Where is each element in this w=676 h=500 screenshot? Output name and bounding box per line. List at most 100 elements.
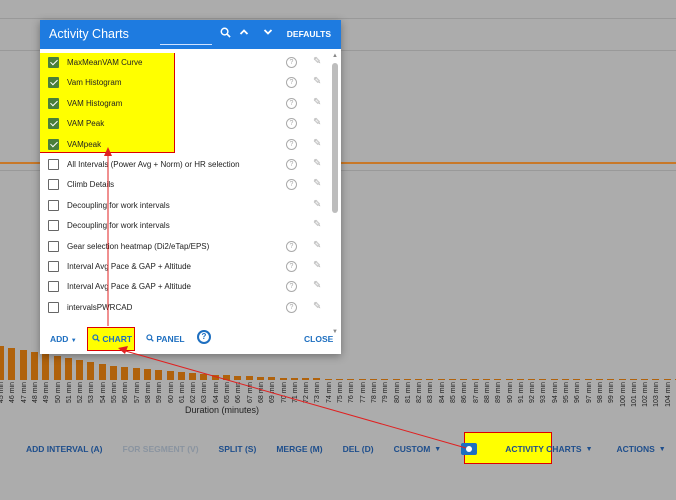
chevron-up-icon[interactable]	[239, 27, 249, 41]
chart-list-item[interactable]: VAM Histogram? ✎	[40, 94, 331, 114]
help-icon[interactable]: ?	[286, 97, 297, 109]
merge-button[interactable]: MERGE (M)	[266, 430, 332, 468]
checkbox[interactable]	[48, 240, 59, 252]
checkbox[interactable]	[48, 97, 59, 109]
add-chart-button[interactable]: CHART	[92, 334, 132, 344]
scroll-thumb[interactable]	[332, 63, 338, 213]
x-tick-label: 57 min	[133, 382, 141, 404]
edit-icon[interactable]: ✎	[313, 56, 321, 67]
histogram-bar	[64, 358, 72, 380]
chart-list-item[interactable]: VAM Peak? ✎	[40, 114, 331, 134]
x-tick-label: 78 min	[370, 382, 378, 404]
help-icon[interactable]: ?	[197, 330, 211, 344]
chart-list-item-label: Gear selection heatmap (Di2/eTap/EPS)	[67, 241, 210, 251]
chart-list-item[interactable]: Decoupling for work intervals ✎	[40, 216, 331, 236]
x-tick-label: 60 min	[167, 382, 175, 404]
x-tick-label: 83 min	[427, 382, 435, 404]
chart-list-item-label: Decoupling for work intervals	[67, 200, 170, 210]
chart-list-item-label: Interval Avg Pace & GAP + Altitude	[67, 262, 192, 271]
edit-icon[interactable]: ✎	[313, 138, 321, 149]
camera-icon[interactable]	[461, 443, 478, 455]
histogram-bar	[110, 366, 117, 380]
help-icon[interactable]: ?	[286, 281, 297, 293]
help-icon[interactable]: ?	[286, 138, 297, 150]
x-tick-label: 89 min	[495, 382, 503, 404]
custom-label: CUSTOM	[393, 444, 431, 454]
edit-icon[interactable]: ✎	[313, 97, 321, 108]
help-icon[interactable]: ?	[286, 179, 297, 191]
x-tick-label: 77 min	[359, 382, 367, 404]
x-tick-label: 75 min	[337, 382, 344, 404]
chart-list-item[interactable]: Climb Details? ✎	[40, 175, 331, 195]
x-tick-label: 80 min	[393, 382, 401, 404]
search-icon[interactable]	[220, 27, 231, 42]
edit-icon[interactable]: ✎	[313, 117, 321, 128]
checkbox[interactable]	[48, 199, 59, 211]
chevron-down-icon[interactable]	[263, 27, 273, 41]
checkbox[interactable]	[48, 118, 59, 130]
histogram-bar	[143, 369, 151, 380]
x-tick-label: 63 min	[201, 382, 209, 404]
edit-icon[interactable]: ✎	[313, 280, 321, 291]
chart-list-item[interactable]: Vam Histogram? ✎	[40, 73, 331, 93]
checkbox[interactable]	[48, 301, 59, 313]
x-tick-label: 97 min	[585, 382, 593, 404]
edit-icon[interactable]: ✎	[313, 301, 321, 312]
chart-list-item[interactable]: MaxMeanVAM Curve? ✎	[40, 53, 331, 73]
checkbox[interactable]	[48, 138, 59, 150]
defaults-button[interactable]: DEFAULTS	[287, 29, 331, 39]
edit-icon[interactable]: ✎	[313, 240, 321, 251]
actions-menu-button[interactable]: ACTIONS ▼	[607, 430, 676, 468]
edit-icon[interactable]: ✎	[313, 158, 321, 169]
chart-list-item-label: Vam Histogram	[67, 78, 122, 88]
for-segment-button[interactable]: FOR SEGMENT (V)	[113, 430, 209, 468]
activity-charts-button[interactable]: ACTIVITY CHARTS ▼	[495, 430, 602, 468]
edit-icon[interactable]: ✎	[313, 219, 321, 230]
x-tick-label: 102 min	[642, 382, 650, 407]
chart-list-item-label: MaxMeanVAM Curve	[67, 58, 143, 67]
checkbox[interactable]	[48, 77, 59, 89]
chart-list-item[interactable]: All Intervals (Power Avg + Norm) or HR s…	[40, 155, 331, 175]
x-tick-label: 54 min	[99, 382, 107, 404]
checkbox[interactable]	[48, 281, 59, 293]
search-input[interactable]	[160, 44, 212, 45]
chart-list-item[interactable]: Interval Avg Pace & GAP + Altitude? ✎	[40, 277, 331, 297]
x-tick-label: 86 min	[461, 382, 469, 404]
edit-icon[interactable]: ✎	[313, 76, 321, 87]
add-panel-button[interactable]: PANEL	[146, 334, 185, 344]
x-tick-label: 71 min	[291, 382, 299, 404]
help-icon[interactable]: ?	[286, 301, 297, 313]
checkbox[interactable]	[48, 179, 59, 191]
help-icon[interactable]: ?	[286, 57, 297, 68]
split-button[interactable]: SPLIT (S)	[209, 430, 267, 468]
chart-list-item[interactable]: intervalsPWRCAD? ✎	[40, 298, 331, 318]
custom-menu-button[interactable]: CUSTOM ▼	[384, 430, 452, 468]
edit-icon[interactable]: ✎	[313, 260, 321, 271]
checkbox[interactable]	[48, 261, 59, 272]
add-interval-button[interactable]: ADD INTERVAL (A)	[0, 430, 113, 468]
checkbox[interactable]	[48, 220, 59, 232]
x-tick-label: 81 min	[404, 382, 412, 404]
checkbox[interactable]	[48, 57, 59, 68]
add-menu-button[interactable]: ADD ▼	[50, 334, 77, 344]
help-icon[interactable]: ?	[286, 159, 297, 170]
close-button[interactable]: CLOSE	[304, 334, 333, 344]
help-icon[interactable]: ?	[286, 118, 297, 130]
histogram-bar	[0, 346, 4, 380]
scrollbar[interactable]: ▲ ▼	[332, 53, 338, 339]
scroll-up-icon[interactable]: ▲	[332, 53, 338, 59]
chart-list-item[interactable]: VAMpeak? ✎	[40, 135, 331, 155]
x-tick-label: 49 min	[43, 382, 51, 404]
chart-list-item[interactable]: Gear selection heatmap (Di2/eTap/EPS)? ✎	[40, 237, 331, 257]
chart-list-item[interactable]: Interval Avg Pace & GAP + Altitude? ✎	[40, 257, 331, 277]
checkbox[interactable]	[48, 159, 59, 170]
x-tick-label: 95 min	[563, 382, 570, 404]
help-icon[interactable]: ?	[286, 77, 297, 89]
dialog-footer: ADD ▼ CHART PANEL ? CLOSE	[40, 320, 341, 354]
chart-list-item[interactable]: Decoupling for work intervals ✎	[40, 196, 331, 216]
help-icon[interactable]: ?	[286, 261, 297, 272]
edit-icon[interactable]: ✎	[313, 178, 321, 189]
help-icon[interactable]: ?	[286, 240, 297, 252]
edit-icon[interactable]: ✎	[313, 199, 321, 210]
delete-button[interactable]: DEL (D)	[333, 430, 384, 468]
